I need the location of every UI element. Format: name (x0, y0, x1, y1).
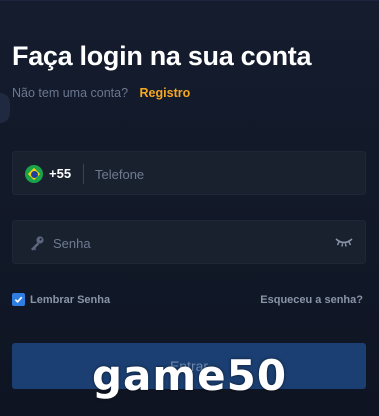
field-divider (83, 164, 84, 184)
flag-circle (30, 170, 38, 178)
password-input[interactable] (51, 221, 335, 265)
key-icon (31, 236, 44, 251)
register-prompt: Não tem uma conta? Registro (12, 86, 190, 100)
phone-field[interactable]: +55 (12, 151, 366, 196)
country-code[interactable]: +55 (49, 166, 71, 181)
remember-label: Lembrar Senha (30, 293, 111, 306)
password-field[interactable] (12, 220, 366, 265)
forgot-password-link[interactable]: Esqueceu a senha? (260, 294, 363, 306)
login-panel: Faça login na sua conta Não tem uma cont… (0, 0, 379, 416)
brazil-flag-icon[interactable] (25, 165, 43, 183)
checkmark-icon (14, 296, 23, 304)
page-title: Faça login na sua conta (12, 41, 312, 71)
eye-closed-icon[interactable] (335, 236, 353, 248)
watermark: game50 (91, 351, 288, 400)
side-tab-handle[interactable] (0, 93, 10, 123)
remember-checkbox[interactable] (12, 293, 25, 306)
no-account-text: Não tem uma conta? (12, 86, 129, 100)
register-link[interactable]: Registro (140, 86, 191, 100)
phone-input[interactable] (93, 152, 357, 196)
remember-password[interactable]: Lembrar Senha (12, 293, 110, 306)
